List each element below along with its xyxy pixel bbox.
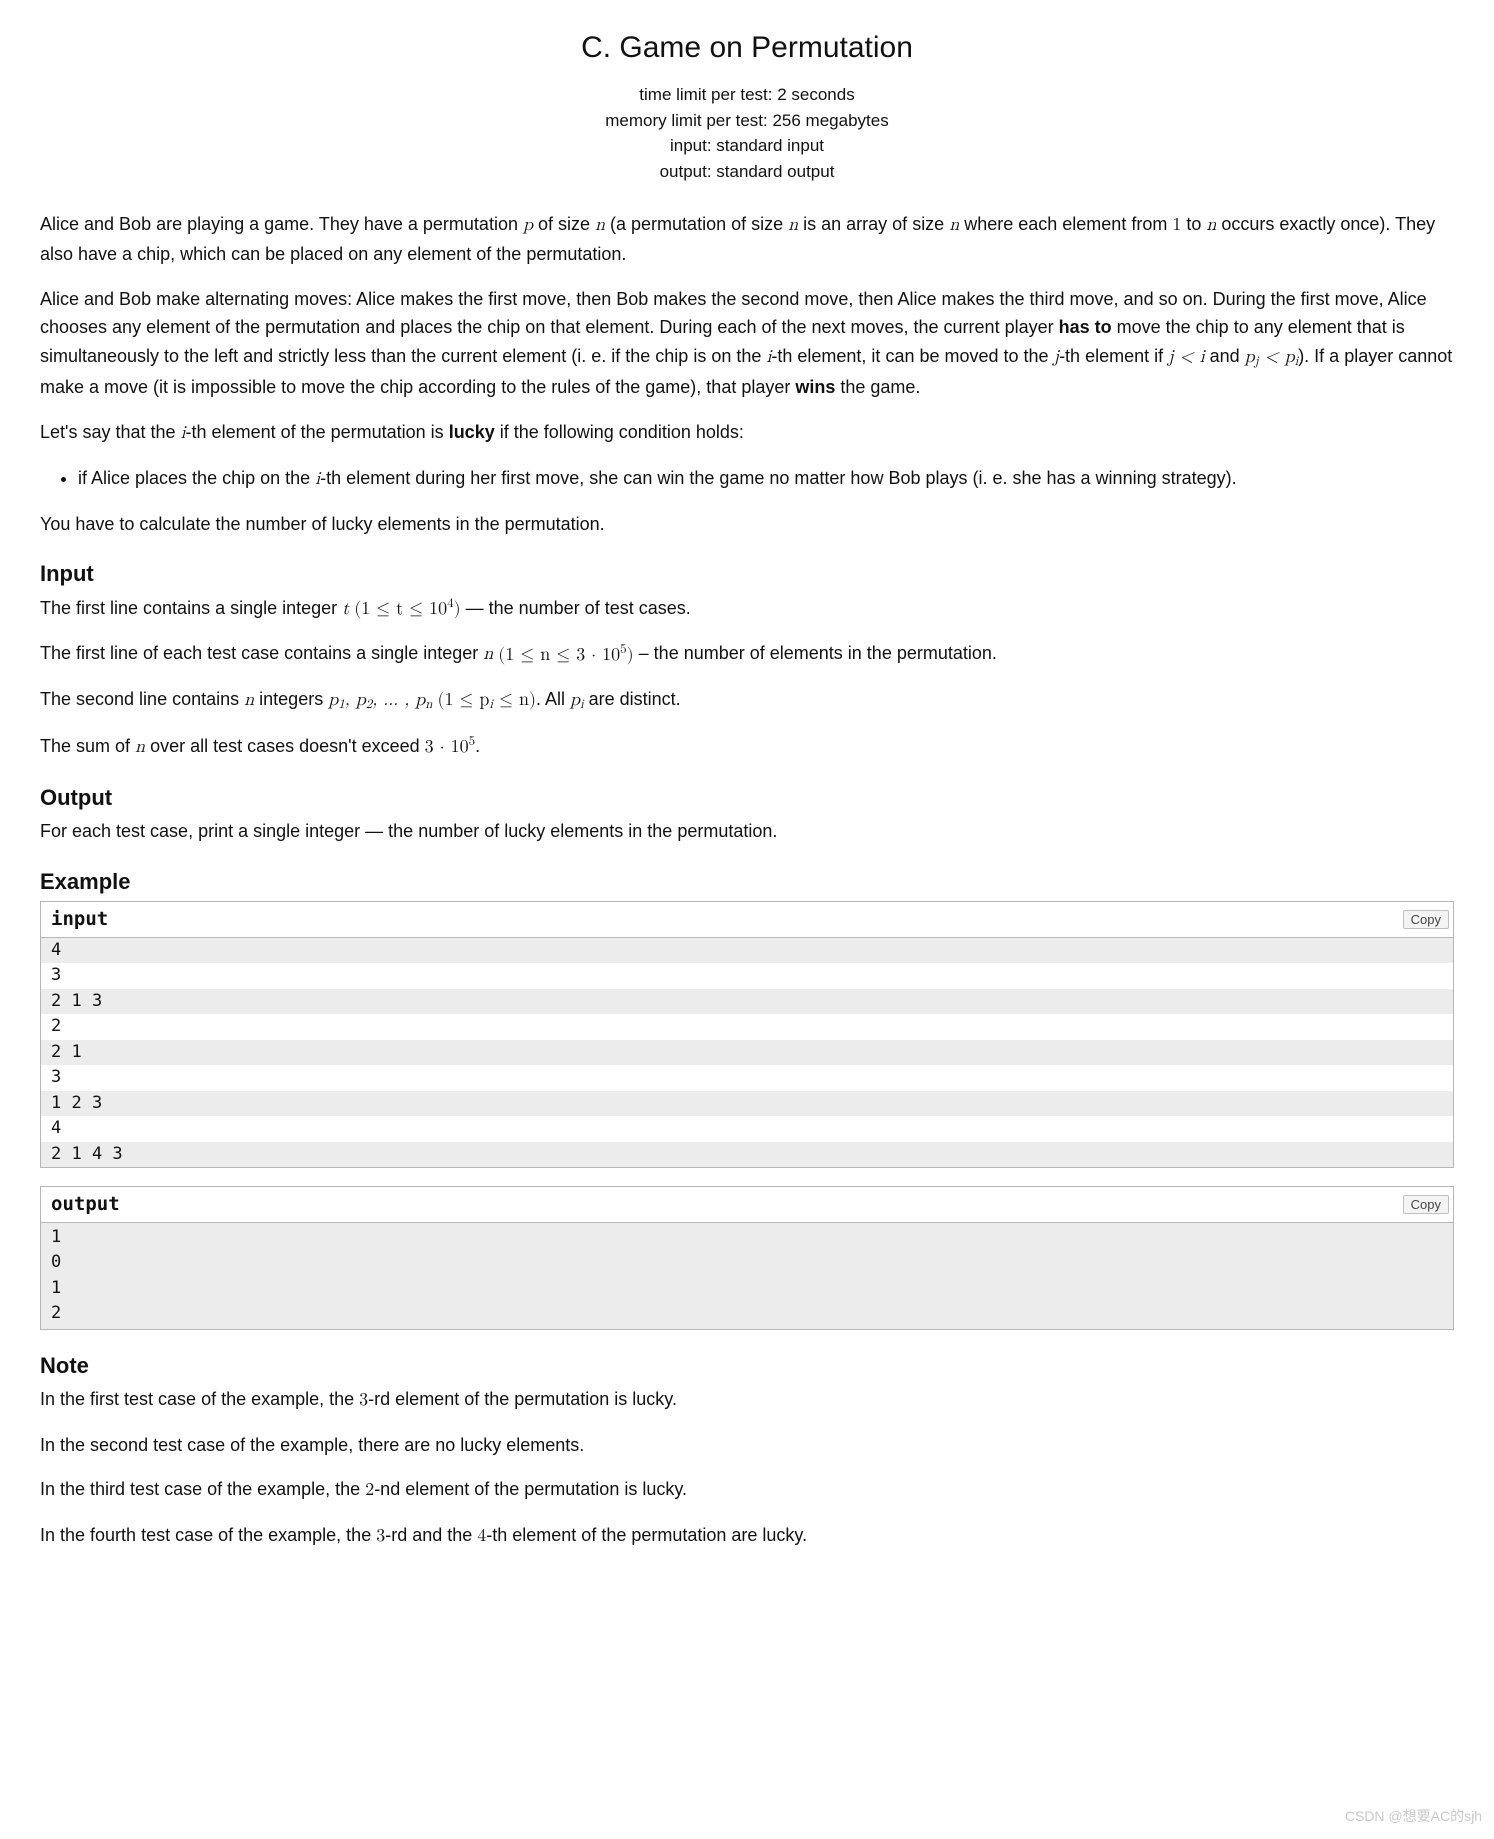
- note-p3: In the third test case of the example, t…: [40, 1475, 1454, 1505]
- copy-input-button[interactable]: Copy: [1403, 910, 1449, 929]
- statement-p2: Alice and Bob make alternating moves: Al…: [40, 285, 1454, 402]
- input-p2: The first line of each test case contain…: [40, 639, 1454, 669]
- note-p1: In the first test case of the example, t…: [40, 1385, 1454, 1415]
- example-row: 4: [41, 1116, 1453, 1142]
- input-p3: The second line contains n integers p1, …: [40, 685, 1454, 716]
- output-heading: Output: [40, 780, 1454, 815]
- problem-limits: time limit per test: 2 seconds memory li…: [40, 82, 1454, 184]
- example-row: 3: [41, 1065, 1453, 1091]
- memory-limit: memory limit per test: 256 megabytes: [40, 108, 1454, 134]
- example-row: 2: [41, 1014, 1453, 1040]
- input-p4: The sum of n over all test cases doesn't…: [40, 732, 1454, 762]
- copy-output-button[interactable]: Copy: [1403, 1195, 1449, 1214]
- example-input-body: 432 1 322 131 2 342 1 4 3: [41, 938, 1453, 1168]
- example-output-head: output Copy: [41, 1187, 1453, 1222]
- example-row: 3: [41, 963, 1453, 989]
- example-row: 1: [41, 1225, 1453, 1251]
- example-row: 2 1 3: [41, 989, 1453, 1015]
- statement-p1: Alice and Bob are playing a game. They h…: [40, 210, 1454, 269]
- example-row: 2 1: [41, 1040, 1453, 1066]
- condition-list: if Alice places the chip on the i-th ele…: [40, 464, 1454, 494]
- statement-p4: You have to calculate the number of luck…: [40, 510, 1454, 539]
- note-p2: In the second test case of the example, …: [40, 1431, 1454, 1460]
- example-row: 2 1 4 3: [41, 1142, 1453, 1168]
- time-limit: time limit per test: 2 seconds: [40, 82, 1454, 108]
- problem-header: C. Game on Permutation time limit per te…: [40, 24, 1454, 184]
- input-heading: Input: [40, 556, 1454, 591]
- input-mode: input: standard input: [40, 133, 1454, 159]
- example-output-body: 1012: [41, 1223, 1453, 1329]
- input-label: input: [51, 904, 108, 934]
- example-row: 4: [41, 938, 1453, 964]
- example-row: 1 2 3: [41, 1091, 1453, 1117]
- example-input-block: input Copy 432 1 322 131 2 342 1 4 3: [40, 901, 1454, 1168]
- watermark: CSDN @想要AC的sjh: [1345, 1805, 1482, 1827]
- output-p1: For each test case, print a single integ…: [40, 817, 1454, 846]
- problem-title: C. Game on Permutation: [40, 24, 1454, 72]
- example-output-block: output Copy 1012: [40, 1186, 1454, 1329]
- example-heading: Example: [40, 864, 1454, 899]
- output-mode: output: standard output: [40, 159, 1454, 185]
- example-input-head: input Copy: [41, 902, 1453, 937]
- example-row: 2: [41, 1301, 1453, 1327]
- note-heading: Note: [40, 1348, 1454, 1383]
- input-p1: The first line contains a single integer…: [40, 594, 1454, 624]
- note-p4: In the fourth test case of the example, …: [40, 1521, 1454, 1551]
- example-row: 0: [41, 1250, 1453, 1276]
- example-row: 1: [41, 1276, 1453, 1302]
- statement-p3: Let's say that the i-th element of the p…: [40, 418, 1454, 448]
- output-label: output: [51, 1189, 120, 1219]
- list-item: if Alice places the chip on the i-th ele…: [78, 464, 1454, 494]
